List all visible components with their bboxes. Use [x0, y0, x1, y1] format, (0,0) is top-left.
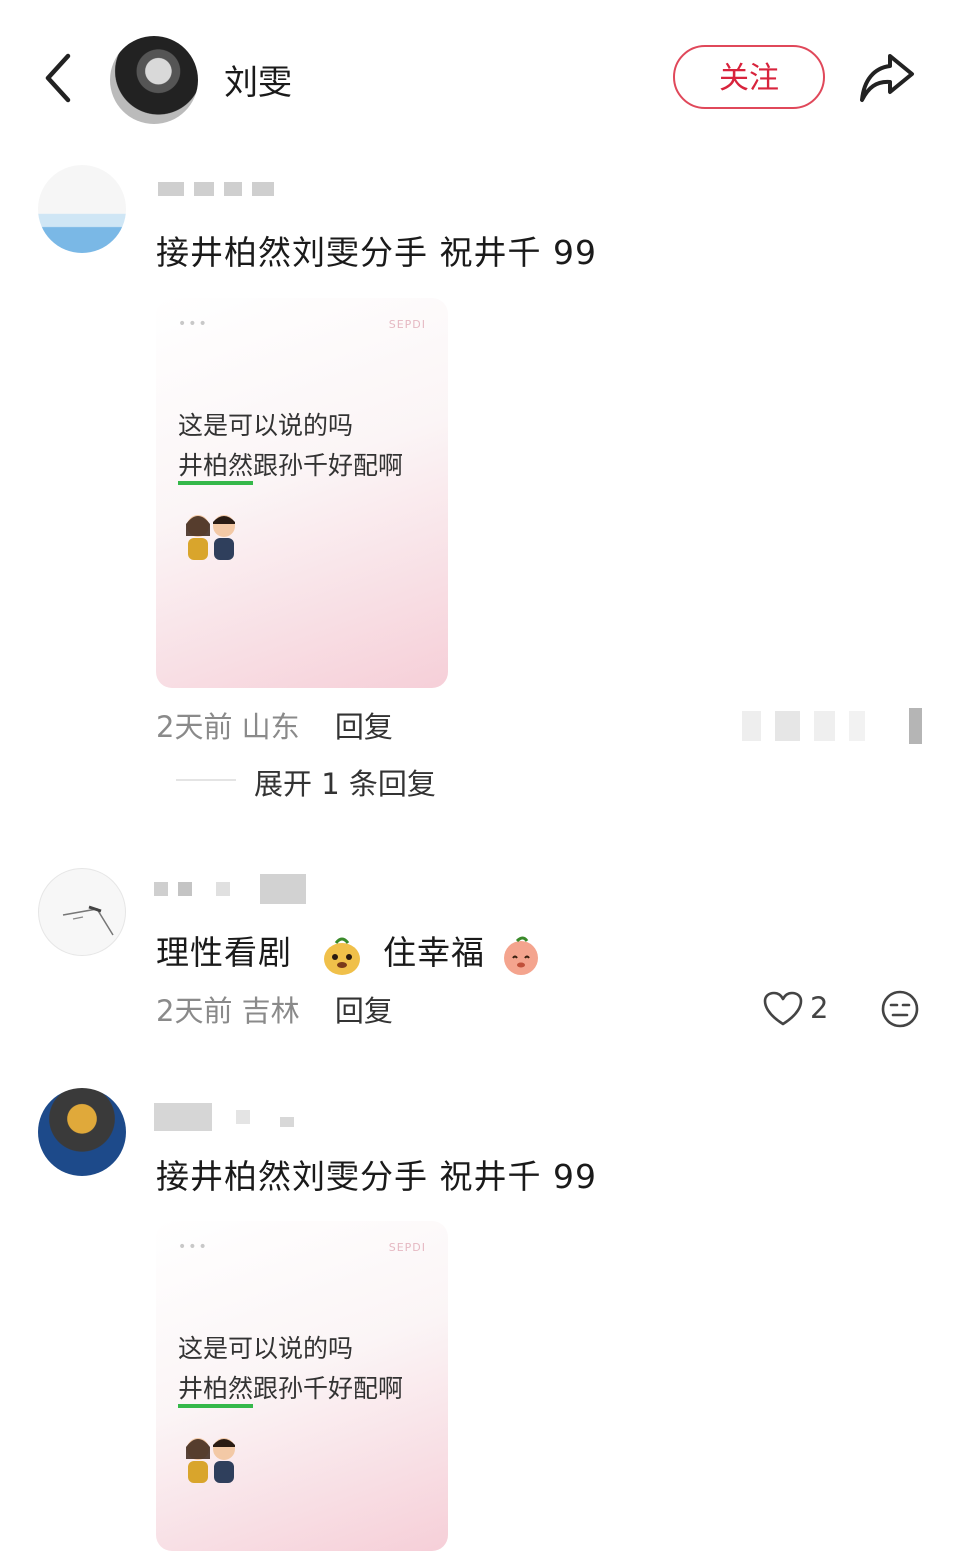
follow-button[interactable]: 关注: [673, 45, 825, 109]
card-menu-dots: •••: [178, 316, 209, 332]
card-highlight-text: 井柏然: [178, 1374, 254, 1408]
comment-location: 山东: [241, 710, 300, 744]
card-text-rest: 跟孙千好配啊: [253, 1374, 404, 1403]
card-text-line2: 井柏然跟孙千好配啊: [178, 1369, 404, 1408]
commenter-name-blurred: [154, 874, 306, 904]
peach-emoji-icon: [503, 936, 538, 975]
reply-button[interactable]: 回复: [335, 994, 393, 1028]
comment-text: 理性看剧 住幸福: [156, 926, 545, 977]
commenter-avatar[interactable]: [38, 165, 126, 253]
card-highlight-text: 井柏然: [178, 451, 254, 485]
author-name[interactable]: 刘雯: [224, 55, 292, 104]
comment-text-part1: 理性看剧: [156, 933, 292, 972]
commenter-name-blurred: [158, 176, 274, 202]
comment-time: 2天前: [156, 994, 233, 1028]
heart-icon[interactable]: [762, 990, 804, 1028]
card-watermark: SEPDI: [388, 1241, 426, 1254]
commenter-avatar[interactable]: [38, 1088, 126, 1176]
card-text-line1: 这是可以说的吗: [178, 411, 354, 440]
comment-text-part2: 住幸福: [383, 933, 485, 972]
couple-sticker-icon: [186, 515, 235, 560]
dog-emoji-icon: [323, 937, 360, 975]
expand-divider: [176, 779, 236, 781]
comment-image-card[interactable]: ••• SEPDI 这是可以说的吗 井柏然跟孙千好配啊: [156, 298, 448, 688]
comment-meta: 2天前 吉林 回复: [156, 988, 393, 1030]
expand-replies-button[interactable]: 展开 1 条回复: [254, 761, 436, 803]
couple-sticker-icon: [186, 1438, 235, 1483]
neutral-face-icon[interactable]: [880, 989, 920, 1029]
card-watermark: SEPDI: [388, 318, 426, 331]
comment-text: 接井柏然刘雯分手 祝井千 99: [156, 1157, 597, 1196]
commenter-name-blurred: [154, 1103, 294, 1131]
like-count: 2: [810, 991, 829, 1025]
share-icon[interactable]: [858, 50, 916, 104]
comment-image-card[interactable]: ••• SEPDI 这是可以说的吗 井柏然跟孙千好配啊: [156, 1221, 448, 1551]
card-menu-dots: •••: [178, 1239, 209, 1255]
like-area-blurred[interactable]: [742, 708, 922, 744]
card-text-rest: 跟孙千好配啊: [253, 451, 404, 480]
sketch-icon: [62, 905, 114, 936]
card-text-line2: 井柏然跟孙千好配啊: [178, 446, 404, 485]
comment-meta: 2天前 山东 回复: [156, 704, 393, 746]
comment-text: 接井柏然刘雯分手 祝井千 99: [156, 233, 597, 272]
card-text-line1: 这是可以说的吗: [178, 1334, 354, 1363]
commenter-avatar[interactable]: [38, 868, 126, 956]
back-arrow-icon[interactable]: [40, 50, 80, 106]
author-avatar[interactable]: [110, 36, 198, 124]
comment-time: 2天前: [156, 710, 233, 744]
reply-button[interactable]: 回复: [335, 710, 393, 744]
comment-location: 吉林: [241, 994, 300, 1028]
